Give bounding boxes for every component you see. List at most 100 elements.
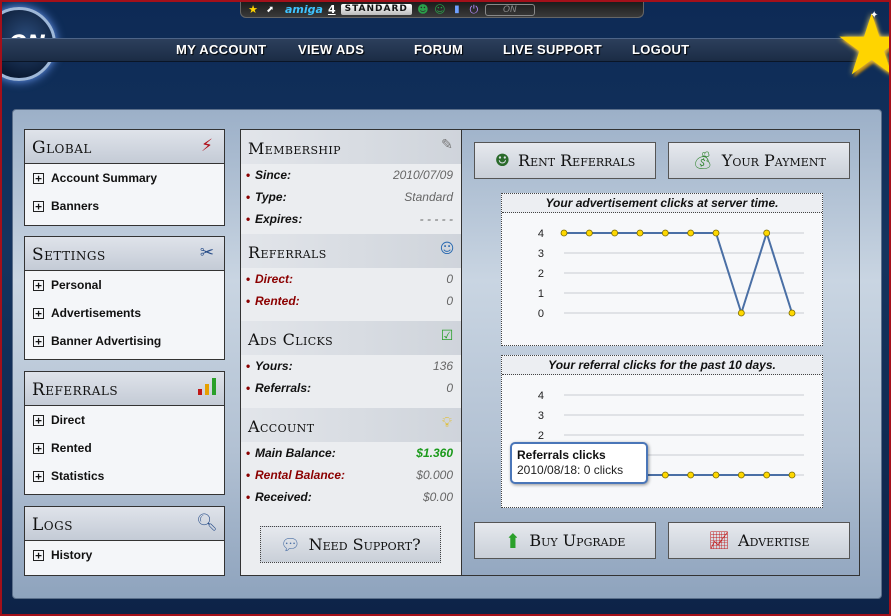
expand-icon[interactable]: + — [33, 443, 44, 454]
main-balance-value: $1.360 — [416, 446, 453, 460]
expand-icon[interactable]: + — [33, 308, 44, 319]
account-title: Account — [248, 417, 315, 436]
y-tick-label: 4 — [538, 228, 544, 240]
top-status-bar: ★ ⬈ amiga 4 STANDARD ☻ ☺ ▮ ⏻ ON — [240, 2, 644, 18]
advertise-button[interactable]: 📈︎ Advertise — [668, 522, 850, 559]
row-label: Main Balance: — [255, 446, 336, 460]
referral-clicks-chart-svg: 01234 — [538, 390, 804, 482]
arrow-icon[interactable]: ⬈ — [264, 4, 276, 16]
expand-icon[interactable]: + — [33, 336, 44, 347]
your-payment-label: Your Payment — [721, 151, 826, 170]
row-value: 0 — [446, 294, 453, 308]
main-nav: MY ACCOUNT VIEW ADS FORUM LIVE SUPPORT L… — [2, 38, 889, 62]
ad-clicks-chart: Your advertisement clicks at server time… — [501, 193, 823, 346]
lightning-icon: ⚡ — [201, 136, 213, 156]
sidebar-referrals-header: Referrals — [25, 372, 224, 406]
rent-referrals-button[interactable]: ☻ Rent Referrals — [474, 142, 656, 179]
expand-icon[interactable]: + — [33, 471, 44, 482]
row-label: Since: — [255, 168, 292, 182]
sidebar-item-rented[interactable]: + Rented — [25, 434, 224, 462]
nav-my-account[interactable]: MY ACCOUNT — [176, 42, 266, 57]
sidebar-item-history[interactable]: + History — [25, 541, 224, 569]
sidebar-item-statistics[interactable]: + Statistics — [25, 462, 224, 490]
sidebar-item-label: History — [51, 548, 93, 562]
nav-forum[interactable]: FORUM — [414, 42, 463, 57]
user-icon[interactable]: ☻ — [417, 3, 429, 16]
referrals-direct-row: • Direct: 0 — [241, 268, 461, 290]
y-tick-label: 3 — [538, 248, 544, 260]
money-icon: 💰︎ — [692, 150, 714, 171]
sidebar-item-advertisements[interactable]: + Advertisements — [25, 299, 224, 327]
data-point — [712, 471, 720, 479]
membership-since-row: • Since: 2010/07/09 — [241, 164, 461, 186]
received-value: $0.00 — [422, 490, 453, 504]
ads-clicks-title: Ads Clicks — [248, 330, 334, 349]
sidebar-referrals-title: Referrals — [32, 380, 119, 400]
person-icon: ☺ — [439, 241, 455, 257]
sidebar-item-personal[interactable]: + Personal — [25, 271, 224, 299]
power-icon[interactable]: ⏻ — [468, 3, 480, 16]
buy-upgrade-button[interactable]: ⬆ Buy Upgrade — [474, 522, 656, 559]
sidebar-item-label: Banners — [51, 199, 100, 213]
stats-icon[interactable]: ▮ — [451, 4, 463, 16]
data-point — [611, 229, 619, 237]
notification-count[interactable]: 4 — [328, 3, 336, 16]
y-tick-label: 2 — [538, 430, 544, 442]
expand-icon[interactable]: + — [33, 201, 44, 212]
y-tick-label: 2 — [538, 268, 544, 280]
expand-icon[interactable]: + — [33, 415, 44, 426]
row-value: 136 — [432, 359, 453, 373]
need-support-button[interactable]: 💬︎ Need Support? — [260, 526, 441, 563]
data-point — [661, 471, 669, 479]
username[interactable]: amiga — [285, 3, 323, 16]
sidebar-item-account-summary[interactable]: + Account Summary — [25, 164, 224, 192]
sidebar-item-label: Direct — [51, 413, 86, 427]
membership-expires-row: • Expires: - - - - - — [241, 208, 461, 230]
main-balance-row: • Main Balance: $1.360 — [241, 442, 461, 464]
star-icon[interactable]: ★ — [247, 3, 259, 16]
expand-icon[interactable]: + — [33, 173, 44, 184]
referral-clicks-chart: Your referral clicks for the past 10 day… — [501, 355, 823, 508]
sidebar-global: Global ⚡ + Account Summary + Banners — [24, 129, 225, 226]
nav-logout[interactable]: LOGOUT — [632, 42, 689, 57]
your-payment-button[interactable]: 💰︎ Your Payment — [668, 142, 850, 179]
row-value: 2010/07/09 — [392, 168, 453, 182]
sidebar-item-label: Account Summary — [51, 171, 158, 185]
data-point — [737, 309, 745, 317]
referrals-header: Referrals ☺ — [241, 234, 461, 268]
lightbulb-icon: 💡︎ — [442, 415, 452, 431]
pencil-icon: ✎ — [441, 137, 453, 153]
referrals-title: Referrals — [248, 243, 327, 262]
expand-icon[interactable]: + — [33, 550, 44, 561]
logo-small: ON — [484, 3, 535, 16]
page-frame: ★ ⬈ amiga 4 STANDARD ☻ ☺ ▮ ⏻ ON ON MY AC… — [0, 0, 891, 616]
star-mascot-icon: ★ — [834, 3, 889, 87]
sidebar-item-label: Personal — [51, 278, 102, 292]
sidebar-item-label: Advertisements — [51, 306, 142, 320]
row-label: Received: — [255, 490, 312, 504]
sidebar-logs-header: Logs 🔍︎ — [25, 507, 224, 541]
expand-icon[interactable]: + — [33, 280, 44, 291]
data-point — [661, 229, 669, 237]
rental-balance-value: $0.000 — [416, 468, 453, 482]
chat-bubble-icon: 💬︎ — [280, 535, 301, 554]
chart-title: Your referral clicks for the past 10 day… — [502, 356, 822, 375]
sidebar-item-direct[interactable]: + Direct — [25, 406, 224, 434]
sidebar-item-banner-advertising[interactable]: + Banner Advertising — [25, 327, 224, 355]
sidebar-item-label: Banner Advertising — [51, 334, 162, 348]
sidebar-item-banners[interactable]: + Banners — [25, 192, 224, 220]
data-point — [560, 229, 568, 237]
membership-title: Membership — [248, 139, 341, 158]
nav-view-ads[interactable]: VIEW ADS — [298, 42, 364, 57]
row-label: Referrals: — [255, 381, 312, 395]
referral-icon[interactable]: ☺ — [434, 3, 446, 16]
nav-live-support[interactable]: LIVE SUPPORT — [503, 42, 602, 57]
data-point — [763, 471, 771, 479]
magnifier-icon: 🔍︎ — [196, 513, 218, 533]
data-point — [636, 229, 644, 237]
row-label: Expires: — [255, 212, 303, 226]
data-point — [737, 471, 745, 479]
sidebar-settings-title: Settings — [32, 245, 106, 265]
chart-tooltip: Referrals clicks 2010/08/18: 0 clicks — [510, 442, 648, 484]
sidebar-logs-title: Logs — [32, 515, 73, 535]
